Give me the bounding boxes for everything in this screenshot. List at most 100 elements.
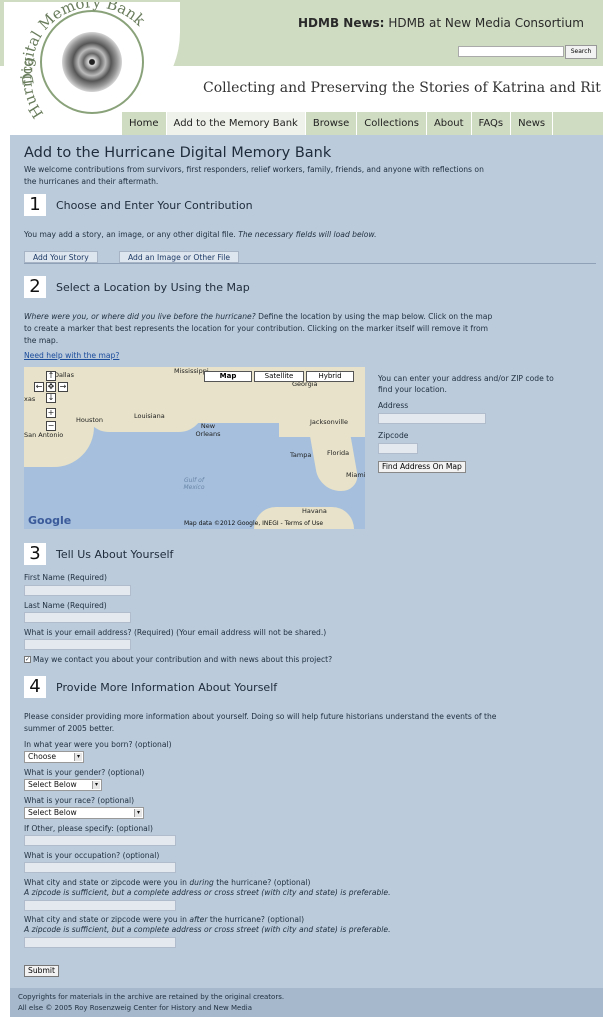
address-field[interactable] [378,413,486,424]
label-hint: A zipcode is sufficient, but a complete … [24,888,391,897]
pan-up-icon[interactable]: ↑ [46,371,56,381]
tab-about[interactable]: About [427,112,472,135]
occupation-label: What is your occupation? (optional) [24,851,160,860]
last-name-label: Last Name (Required) [24,601,107,610]
first-name-field[interactable] [24,585,131,596]
occupation-field[interactable] [24,862,176,873]
step-title: Provide More Information About Yourself [56,680,278,694]
pan-left-icon[interactable]: ← [34,382,44,392]
intro-text: We welcome contributions from survivors,… [24,164,484,188]
site-footer: Copyrights for materials in the archive … [10,988,603,1017]
pan-right-icon[interactable]: → [58,382,68,392]
step-4-heading: 4 Provide More Information About Yoursel… [24,676,277,698]
tab-news[interactable]: News [511,112,554,135]
race-select[interactable]: Select Below ▾ [24,807,144,819]
map-label: Havana [302,507,327,515]
intro-line-1: We welcome contributions from survivors,… [24,165,484,174]
address-hint-line-2: find your location. [378,385,447,394]
search-button[interactable]: Search [565,45,597,59]
zoom-out-icon[interactable]: − [46,421,56,431]
step-1-description: You may add a story, an image, or any ot… [24,229,377,241]
map-label: Tampa [290,451,312,459]
google-logo: Google [28,514,72,527]
map-help-link[interactable]: Need help with the map? [24,351,119,360]
pan-down-icon[interactable]: ↓ [46,393,56,403]
map-label: Florida [327,449,350,457]
site-logo[interactable]: Digital Memory Bank Hurricane [4,2,180,122]
map-help: Need help with the map? [24,350,119,362]
label-hint: A zipcode is sufficient, but a complete … [24,925,391,934]
find-address-button[interactable]: Find Address On Map [378,461,466,473]
submit-button[interactable]: Submit [24,965,59,977]
tab-browse[interactable]: Browse [306,112,358,135]
dropdown-arrow-icon: ▾ [74,753,82,761]
map-label: Gulf of Mexico [183,477,205,491]
zipcode-field[interactable] [378,443,418,454]
step-4-description: Please consider providing more informati… [24,711,603,735]
first-name-label: First Name (Required) [24,573,107,582]
map-label: xas [24,395,36,403]
desc-text: You may add a story, an image, or any ot… [24,230,239,239]
location-map[interactable]: Dallas Mississippi Georgia xas Houston L… [24,367,365,529]
other-race-field[interactable] [24,835,176,846]
map-label: Jacksonville [310,418,348,426]
address-hint-line-1: You can enter your address and/or ZIP co… [378,374,554,383]
tab-collections[interactable]: Collections [357,112,427,135]
news-ticker[interactable]: HDMB News: HDMB at New Media Consortium [298,16,584,30]
step-number: 3 [24,543,46,565]
add-story-tab[interactable]: Add Your Story [24,251,98,263]
map-label: Houston [76,416,104,424]
gender-label: What is your gender? (optional) [24,768,145,777]
last-name-field[interactable] [24,612,131,623]
tab-divider [24,263,596,264]
add-file-tab[interactable]: Add an Image or Other File [119,251,240,263]
contact-label: May we contact you about your contributi… [33,655,333,664]
step-title: Tell Us About Yourself [56,547,174,561]
main-nav: Home Add to the Memory Bank Browse Colle… [122,112,603,135]
label-text: the hurricane? (optional) [207,915,305,924]
site-tagline: Collecting and Preserving the Stories of… [203,80,601,96]
tab-home[interactable]: Home [122,112,167,135]
after-location-field[interactable] [24,937,176,948]
pan-center-icon[interactable]: ✥ [46,382,56,392]
gender-select[interactable]: Select Below ▾ [24,779,102,791]
tab-faqs[interactable]: FAQs [472,112,512,135]
svg-text:Digital Memory Bank: Digital Memory Bank [18,2,149,86]
race-label: What is your race? (optional) [24,796,135,805]
map-label: Miami [346,471,365,479]
contact-consent: ✓ May we contact you about your contribu… [24,655,332,664]
during-location-label: What city and state or zipcode were you … [24,878,391,898]
label-emphasis: after [189,915,208,924]
select-value: Select Below [28,780,77,789]
desc-italic: The necessary fields will load below. [238,230,377,239]
search-input[interactable] [458,46,564,57]
zoom-in-icon[interactable]: + [46,408,56,418]
map-type-map[interactable]: Map [204,371,252,382]
birth-year-select[interactable]: Choose ▾ [24,751,84,763]
tab-add-to-memory-bank[interactable]: Add to the Memory Bank [166,112,306,135]
address-hint: You can enter your address and/or ZIP co… [378,373,598,395]
intro-line-2: the hurricanes and their aftermath. [24,177,159,186]
desc-text: Define the location by using the map bel… [255,312,493,321]
zipcode-label: Zipcode [378,431,409,440]
desc-line-2: to create a marker that best represents … [24,324,489,333]
step-2-heading: 2 Select a Location by Using the Map [24,276,250,298]
map-type-satellite[interactable]: Satellite [254,371,304,382]
news-label: HDMB News: [298,16,385,30]
map-type-hybrid[interactable]: Hybrid [306,371,354,382]
news-text[interactable]: HDMB at New Media Consortium [388,16,584,30]
select-value: Choose [28,752,57,761]
step-number: 4 [24,676,46,698]
step-2-description: Where were you, or where did you live be… [24,311,596,347]
label-text: What city and state or zipcode were you … [24,915,190,924]
label-text: What city and state or zipcode were you … [24,878,190,887]
desc-line-3: the map. [24,336,59,345]
map-label: San Antonio [24,431,64,439]
dropdown-arrow-icon: ▾ [92,781,100,789]
contact-checkbox[interactable]: ✓ [24,656,31,663]
step-3-heading: 3 Tell Us About Yourself [24,543,173,565]
map-attribution[interactable]: Map data ©2012 Google, INEGI - Terms of … [184,520,323,527]
dropdown-arrow-icon: ▾ [134,809,142,817]
email-field[interactable] [24,639,131,650]
during-location-field[interactable] [24,900,176,911]
